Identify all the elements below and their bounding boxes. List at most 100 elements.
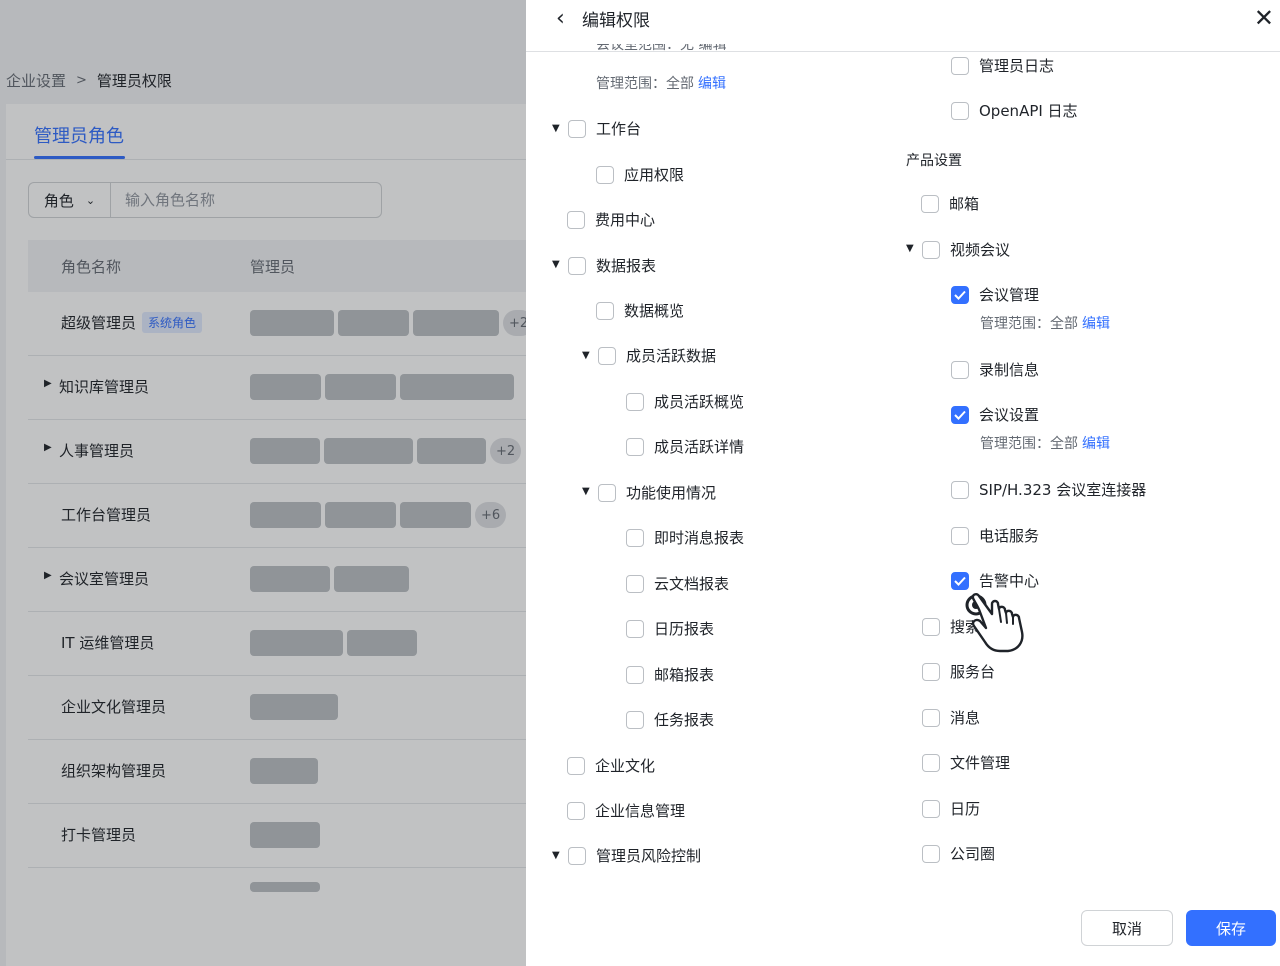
perm-item[interactable]: 消息	[922, 707, 980, 728]
checkbox[interactable]	[921, 194, 939, 213]
perm-label: 成员活跃详情	[654, 438, 745, 456]
scope-label: 管理范围：	[596, 76, 666, 92]
perm-item[interactable]: OpenAPI 日志	[951, 100, 1078, 121]
checkbox[interactable]	[567, 801, 585, 820]
save-button[interactable]: 保存	[1186, 910, 1276, 946]
perm-item[interactable]: 成员活跃数据	[598, 345, 716, 366]
perm-label: 企业文化	[595, 757, 656, 775]
collapse-arrow-icon[interactable]: ▼	[552, 850, 560, 861]
perm-label: 管理员风险控制	[596, 847, 702, 865]
perm-label: 公司圈	[950, 845, 996, 863]
checkbox[interactable]	[568, 846, 586, 865]
perm-item[interactable]: 即时消息报表	[626, 527, 744, 548]
perm-item[interactable]: 功能使用情况	[598, 482, 716, 503]
checkbox[interactable]	[626, 392, 644, 411]
checkbox[interactable]	[596, 301, 614, 320]
checkbox[interactable]	[626, 437, 644, 456]
perm-item[interactable]: 文件管理	[922, 752, 1010, 773]
close-icon[interactable]: ✕	[1254, 4, 1274, 32]
perm-label: 录制信息	[979, 361, 1040, 379]
checkbox-checked[interactable]	[951, 285, 969, 304]
perm-item[interactable]: 任务报表	[626, 709, 714, 730]
perm-item[interactable]: 邮箱	[921, 193, 979, 214]
perm-label: 邮箱报表	[654, 666, 715, 684]
perm-item[interactable]: 服务台	[922, 661, 995, 682]
checkbox[interactable]	[626, 528, 644, 547]
checkbox[interactable]	[951, 526, 969, 545]
perm-item[interactable]: 管理员日志	[951, 55, 1054, 76]
checkbox[interactable]	[951, 56, 969, 75]
collapse-arrow-icon[interactable]: ▼	[552, 123, 560, 134]
perm-label: 成员活跃概览	[654, 393, 745, 411]
checkbox[interactable]	[922, 753, 940, 772]
perm-label: 数据概览	[624, 302, 685, 320]
perm-item[interactable]: 企业信息管理	[567, 800, 685, 821]
checkbox[interactable]	[626, 574, 644, 593]
checkbox[interactable]	[626, 665, 644, 684]
checkbox[interactable]	[598, 346, 616, 365]
checkbox[interactable]	[922, 799, 940, 818]
manage-scope: 管理范围：全部 编辑	[980, 433, 1110, 453]
perm-item[interactable]: 日历	[922, 798, 980, 819]
perm-label: 任务报表	[654, 711, 715, 729]
scope-edit-link[interactable]: 编辑	[1082, 436, 1110, 452]
perm-item[interactable]: 工作台	[568, 118, 641, 139]
chevron-left-icon[interactable]: ‹	[556, 6, 565, 31]
perm-label: 企业信息管理	[595, 802, 686, 820]
perm-item[interactable]: 企业文化	[567, 755, 655, 776]
panel-title: 产品设置	[906, 153, 962, 169]
perm-label: 邮箱	[949, 195, 980, 213]
checkbox-checked[interactable]	[951, 405, 969, 424]
checkbox[interactable]	[922, 708, 940, 727]
scope-edit-link[interactable]: 编辑	[1082, 316, 1110, 332]
checkbox[interactable]	[626, 619, 644, 638]
perm-item[interactable]: 会议设置	[951, 404, 1039, 425]
perm-label: 日历报表	[654, 620, 715, 638]
perm-item[interactable]: 成员活跃详情	[626, 436, 744, 457]
perm-item[interactable]: 费用中心	[567, 209, 655, 230]
checkbox[interactable]	[567, 210, 585, 229]
scope-edit-link[interactable]: 编辑	[698, 76, 726, 92]
checkbox[interactable]	[568, 119, 586, 138]
perm-item[interactable]: 视频会议	[922, 239, 1010, 260]
checkbox[interactable]	[951, 101, 969, 120]
perm-item[interactable]: 数据概览	[596, 300, 684, 321]
checkbox[interactable]	[567, 756, 585, 775]
perm-item[interactable]: 成员活跃概览	[626, 391, 744, 412]
perm-label: 电话服务	[979, 527, 1040, 545]
perm-label: 会议管理	[979, 286, 1040, 304]
checkbox[interactable]	[951, 360, 969, 379]
perm-item[interactable]: 电话服务	[951, 525, 1039, 546]
cancel-button[interactable]: 取消	[1081, 910, 1173, 946]
perm-label: 视频会议	[950, 241, 1011, 259]
checkbox[interactable]	[596, 165, 614, 184]
perm-item[interactable]: 公司圈	[922, 843, 995, 864]
perm-item[interactable]: 应用权限	[596, 164, 684, 185]
perm-label: SIP/H.323 会议室连接器	[979, 481, 1147, 499]
perm-item[interactable]: 日历报表	[626, 618, 714, 639]
checkbox[interactable]	[922, 662, 940, 681]
perm-item[interactable]: 邮箱报表	[626, 664, 714, 685]
perm-item[interactable]: 数据报表	[568, 255, 656, 276]
perm-label: 管理员日志	[979, 57, 1055, 75]
modal-mask[interactable]	[0, 0, 526, 966]
perm-item[interactable]: SIP/H.323 会议室连接器	[951, 479, 1146, 500]
collapse-arrow-icon[interactable]: ▼	[906, 243, 914, 254]
perm-item[interactable]: 管理员风险控制	[568, 845, 701, 866]
checkbox[interactable]	[922, 844, 940, 863]
manage-scope: 管理范围：全部 编辑	[980, 313, 1110, 333]
checkbox[interactable]	[598, 483, 616, 502]
checkbox[interactable]	[568, 256, 586, 275]
perm-label: 文件管理	[950, 754, 1011, 772]
collapse-arrow-icon[interactable]: ▼	[582, 350, 590, 361]
checkbox[interactable]	[626, 710, 644, 729]
perm-item[interactable]: 云文档报表	[626, 573, 729, 594]
scope-value: 全部	[1050, 436, 1078, 452]
collapse-arrow-icon[interactable]: ▼	[552, 259, 560, 270]
checkbox[interactable]	[922, 617, 940, 636]
checkbox[interactable]	[922, 240, 940, 259]
checkbox[interactable]	[951, 480, 969, 499]
perm-item[interactable]: 录制信息	[951, 359, 1039, 380]
perm-item[interactable]: 会议管理	[951, 284, 1039, 305]
collapse-arrow-icon[interactable]: ▼	[582, 486, 590, 497]
